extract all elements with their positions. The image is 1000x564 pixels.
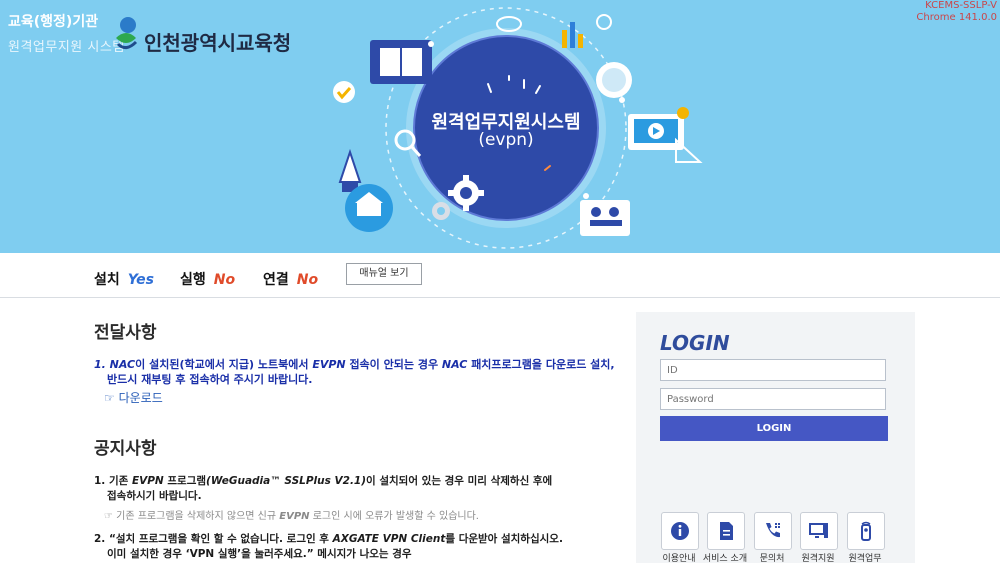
remote-work-button[interactable] — [847, 512, 885, 550]
notice-item-1-sub: ☞ 기존 프로그램을 삭제하지 않으면 신규 EVPN 로그인 시에 오류가 발… — [104, 511, 479, 522]
info-icon — [671, 522, 689, 540]
run-label: 실행 — [180, 272, 206, 288]
usage-guide-label: 이용안내 — [662, 554, 696, 564]
phone-icon — [766, 523, 780, 538]
remote-control-icon — [861, 521, 871, 541]
download-link[interactable]: ☞ 다운로드 — [104, 389, 163, 406]
browser-version-text: Chrome 141.0.0 — [916, 12, 997, 23]
connect-status: 연결 No — [263, 269, 318, 289]
status-bar: 설치 Yes 실행 No 연결 No 매뉴얼 보기 — [0, 253, 1000, 298]
header-banner: 교육(행정)기관 원격업무지원 시스템 인천광역시교육청 KCEMS-SSLP-… — [0, 0, 1000, 253]
run-value: No — [213, 272, 236, 288]
remote-support-label: 원격지원 — [801, 554, 835, 564]
hero-subtitle: (evpn) — [478, 130, 534, 150]
system-name-label: 원격업무지원 시스템 — [8, 40, 125, 55]
delivery-section-title: 전달사항 — [94, 323, 157, 343]
install-label: 설치 — [94, 272, 120, 288]
document-icon — [720, 522, 733, 540]
monitor-icon — [809, 523, 828, 538]
connect-label: 연결 — [263, 272, 289, 288]
service-intro-button[interactable] — [707, 512, 745, 550]
contact-button[interactable] — [754, 512, 792, 550]
usage-guide-button[interactable] — [661, 512, 699, 550]
version-text: KCEMS-SSLP-V — [925, 0, 997, 11]
delivery-item-1: 1. NAC이 설치된(학교에서 지급) 노트북에서 EVPN 접속이 안되는 … — [94, 358, 615, 371]
login-button[interactable]: LOGIN — [660, 416, 888, 441]
notice-section-title: 공지사항 — [94, 439, 157, 459]
remote-work-label: 원격업무 — [848, 554, 882, 564]
manual-view-button[interactable]: 매뉴얼 보기 — [346, 263, 422, 285]
service-intro-label: 서비스 소개 — [702, 554, 748, 564]
institution-type-label: 교육(행정)기관 — [8, 14, 99, 30]
contact-label: 문의처 — [759, 554, 785, 564]
incheon-education-logo-icon — [116, 17, 138, 49]
org-name-logo-text[interactable]: 인천광역시교육청 — [144, 27, 291, 56]
notice-item-2: 2. “설치 프로그램을 확인 할 수 없습니다. 로그인 후 AXGATE V… — [94, 533, 563, 545]
install-status: 설치 Yes — [94, 269, 154, 289]
run-status: 실행 No — [180, 269, 235, 289]
id-input[interactable] — [660, 359, 886, 381]
delivery-item-1-line2: 반드시 재부팅 후 접속하여 주시기 바랍니다. — [107, 373, 313, 386]
remote-support-button[interactable] — [800, 512, 838, 550]
login-title: LOGIN — [660, 331, 730, 355]
notice-item-1: 1. 기존 EVPN 프로그램(WeGuadia™ SSLPlus V2.1)이… — [94, 475, 553, 487]
connect-value: No — [296, 272, 319, 288]
install-value: Yes — [127, 272, 154, 288]
notice-item-1-line2: 접속하시기 바랍니다. — [107, 490, 202, 502]
password-input[interactable] — [660, 388, 886, 410]
notice-item-2-line2: 이미 설치한 경우 ‘VPN 실행’을 눌러주세요.” 메시지가 나오는 경우 — [107, 548, 412, 560]
